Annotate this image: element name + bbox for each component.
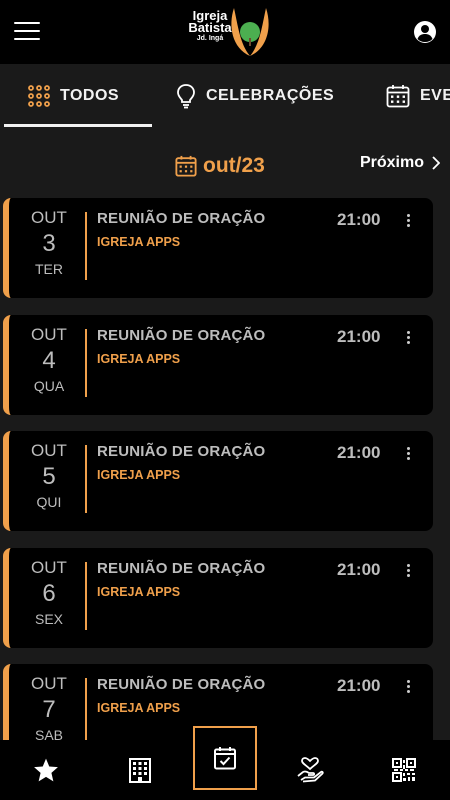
event-day: 4 [42,347,56,374]
event-day: 5 [42,463,56,490]
event-card[interactable]: OUT 4 QUA REUNIÃO DE ORAÇÃO IGREJA APPS … [3,315,433,415]
hand-heart-icon [297,757,324,783]
menu-icon[interactable] [14,22,40,42]
grid-dots-icon [28,85,50,107]
current-month-label: out/23 [203,154,265,177]
tab-label: EVE [420,87,450,104]
tab-celebracoes[interactable]: CELEBRAÇÕES [176,64,334,128]
event-title: REUNIÃO DE ORAÇÃO [97,443,266,460]
event-date: OUT 3 TER [19,208,79,278]
event-organizer: IGREJA APPS [97,235,181,249]
event-month: OUT [31,208,67,227]
event-month: OUT [31,674,67,693]
building-icon [129,758,151,783]
event-day: 6 [42,580,56,607]
calendar-icon [386,85,410,108]
event-time: 21:00 [337,676,381,695]
nav-church[interactable] [110,740,170,800]
nav-donations[interactable] [280,740,340,800]
event-time: 21:00 [337,560,381,579]
top-app-bar: Igreja Batista Jd. Ingá [0,0,450,64]
calendar-check-icon [214,747,236,770]
event-organizer: IGREJA APPS [97,352,181,366]
category-tabs: TODOS CELEBRAÇÕES EVE [0,64,450,128]
event-date: OUT 4 QUA [19,325,79,395]
next-month-button[interactable]: Próximo [360,154,440,172]
date-divider [85,445,87,513]
qr-code-icon [392,758,416,782]
next-month-label: Próximo [359,154,424,171]
month-navigation: out/23 Próximo [0,150,450,186]
event-weekday: SAB [34,727,63,740]
more-vert-icon[interactable] [401,445,415,465]
more-vert-icon[interactable] [401,212,415,232]
more-vert-icon[interactable] [401,678,415,698]
event-month: OUT [31,325,67,344]
event-list: OUT 3 TER REUNIÃO DE ORAÇÃO IGREJA APPS … [0,198,450,740]
tab-eventos[interactable]: EVE [386,64,450,128]
date-divider [85,678,87,740]
event-month: OUT [31,558,67,577]
event-month: OUT [31,441,67,460]
more-vert-icon[interactable] [401,562,415,582]
selected-tab-indicator [4,124,152,127]
event-time: 21:00 [337,443,381,462]
calendar-icon [175,155,197,177]
event-card[interactable]: OUT 6 SEX REUNIÃO DE ORAÇÃO IGREJA APPS … [3,548,433,648]
event-weekday: QUA [33,378,65,394]
event-card[interactable]: OUT 5 QUI REUNIÃO DE ORAÇÃO IGREJA APPS … [3,431,433,531]
date-divider [85,562,87,630]
event-card[interactable]: OUT 3 TER REUNIÃO DE ORAÇÃO IGREJA APPS … [3,198,433,298]
event-organizer: IGREJA APPS [97,468,181,482]
nav-calendar[interactable] [193,726,257,790]
event-time: 21:00 [337,327,381,346]
date-divider [85,212,87,280]
chevron-right-icon [432,156,440,170]
event-weekday: SEX [34,611,63,627]
lightbulb-icon [177,84,195,109]
event-title: REUNIÃO DE ORAÇÃO [97,676,266,693]
event-title: REUNIÃO DE ORAÇÃO [97,327,266,344]
event-date: OUT 5 QUI [19,441,79,511]
event-organizer: IGREJA APPS [97,585,181,599]
account-circle-icon[interactable] [413,20,437,44]
event-day: 7 [42,696,56,723]
event-title: REUNIÃO DE ORAÇÃO [97,210,266,227]
event-title: REUNIÃO DE ORAÇÃO [97,560,266,577]
logo-mark-icon [231,8,269,56]
nav-favorites[interactable] [16,740,76,800]
bottom-navigation [0,726,450,800]
event-day: 3 [42,230,56,257]
tab-label: CELEBRAÇÕES [206,87,335,104]
current-month: out/23 [175,154,265,178]
church-logo: Igreja Batista Jd. Ingá [184,6,272,58]
event-date: OUT 7 SAB [19,674,79,740]
nav-qr-code[interactable] [374,740,434,800]
event-organizer: IGREJA APPS [97,701,181,715]
event-time: 21:00 [337,210,381,229]
tab-todos[interactable]: TODOS [28,64,119,128]
more-vert-icon[interactable] [401,329,415,349]
tab-label: TODOS [60,87,120,104]
event-date: OUT 6 SEX [19,558,79,628]
star-icon [34,758,58,782]
date-divider [85,329,87,397]
event-weekday: TER [35,261,63,277]
event-weekday: QUI [36,494,62,510]
